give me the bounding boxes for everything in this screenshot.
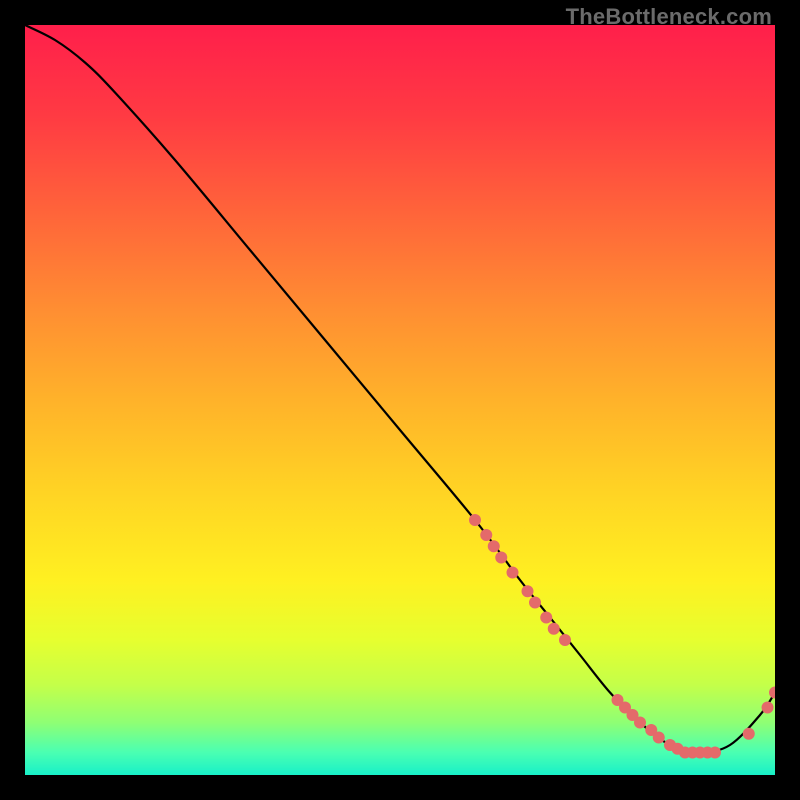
data-marker xyxy=(653,732,665,744)
plot-area xyxy=(25,25,775,775)
data-marker xyxy=(709,747,721,759)
data-marker xyxy=(529,597,541,609)
chart-stage: TheBottleneck.com xyxy=(0,0,800,800)
data-marker xyxy=(469,514,481,526)
data-marker xyxy=(762,702,774,714)
data-marker xyxy=(540,612,552,624)
data-marker xyxy=(522,585,534,597)
data-marker xyxy=(495,552,507,564)
data-marker xyxy=(548,623,560,635)
data-marker xyxy=(507,567,519,579)
data-marker xyxy=(634,717,646,729)
chart-svg xyxy=(25,25,775,775)
data-marker xyxy=(743,728,755,740)
gradient-background xyxy=(25,25,775,775)
data-marker xyxy=(480,529,492,541)
data-marker xyxy=(488,540,500,552)
data-marker xyxy=(559,634,571,646)
